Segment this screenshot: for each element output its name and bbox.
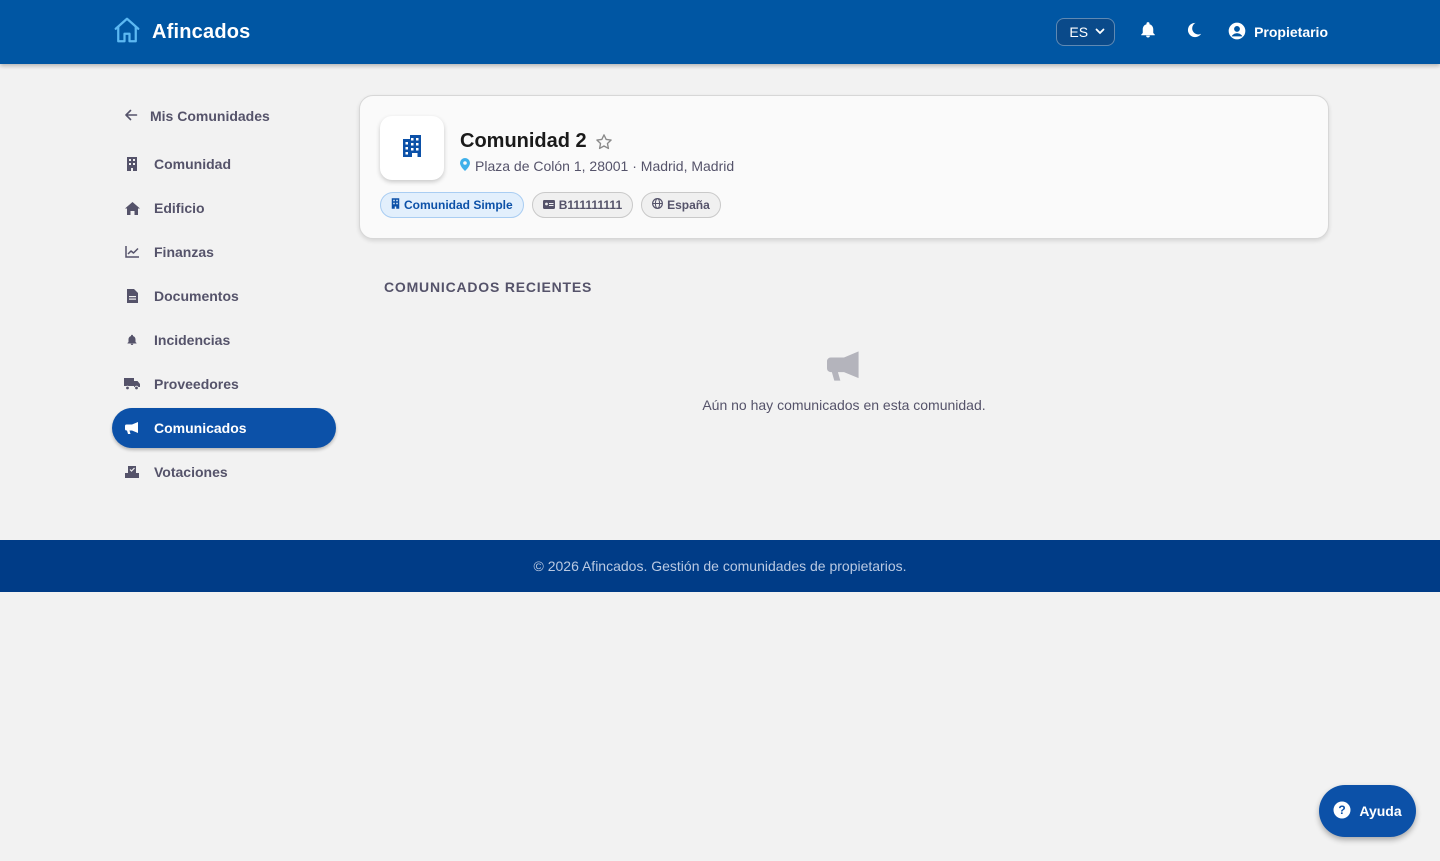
- community-chips: Comunidad Simple B111111111 España: [380, 192, 721, 218]
- help-button[interactable]: ? Ayuda: [1319, 785, 1416, 837]
- community-avatar: [380, 116, 444, 180]
- question-circle-icon: ?: [1333, 801, 1351, 822]
- footer-text: © 2026 Afincados. Gestión de comunidades…: [533, 558, 907, 574]
- svg-text:?: ?: [1339, 803, 1346, 817]
- chevron-down-icon: [1094, 24, 1106, 40]
- community-name: Comunidad 2: [460, 130, 587, 152]
- community-header-card: Comunidad 2 Plaza de Colón 1, 28001 · Ma…: [359, 95, 1329, 239]
- top-bar: Afincados ES Propietario: [0, 0, 1440, 64]
- empty-state: Aún no hay comunicados en esta comunidad…: [359, 350, 1329, 413]
- id-card-icon: [542, 198, 555, 212]
- back-to-communities-link[interactable]: Mis Comunidades: [112, 92, 336, 140]
- empty-message: Aún no hay comunicados en esta comunidad…: [702, 397, 986, 413]
- sidebar-item-label: Votaciones: [154, 464, 228, 480]
- truck-icon: [124, 376, 140, 392]
- sidebar-item-label: Finanzas: [154, 244, 214, 260]
- community-address: Plaza de Colón 1, 28001 · Madrid, Madrid: [460, 158, 734, 174]
- ballot-icon: [124, 464, 140, 480]
- chart-line-icon: [124, 244, 140, 260]
- section-title: COMUNICADOS RECIENTES: [384, 279, 593, 295]
- brand-name: Afincados: [152, 20, 251, 43]
- community-icon: [124, 156, 140, 172]
- megaphone-icon: [827, 350, 861, 387]
- sidebar-item-finanzas[interactable]: Finanzas: [112, 232, 336, 272]
- globe-icon: [652, 198, 664, 212]
- chip-label: Comunidad Simple: [404, 198, 513, 212]
- sidebar-item-comunidad[interactable]: Comunidad: [112, 144, 336, 184]
- sidebar-item-label: Incidencias: [154, 332, 231, 348]
- megaphone-icon: [124, 420, 140, 436]
- home-icon: [124, 200, 140, 216]
- sidebar-item-proveedores[interactable]: Proveedores: [112, 364, 336, 404]
- user-label: Propietario: [1254, 24, 1328, 40]
- brand-link[interactable]: Afincados: [112, 15, 250, 50]
- sidebar-item-edificio[interactable]: Edificio: [112, 188, 336, 228]
- moon-icon: [1185, 21, 1203, 44]
- user-circle-icon: [1227, 21, 1247, 44]
- building-icon: [399, 133, 425, 164]
- theme-toggle-button[interactable]: [1181, 19, 1207, 45]
- back-link-label: Mis Comunidades: [150, 108, 270, 124]
- community-type-chip: Comunidad Simple: [380, 192, 524, 218]
- language-select[interactable]: ES: [1056, 18, 1116, 46]
- sidebar-item-votaciones[interactable]: Votaciones: [112, 452, 336, 492]
- sidebar-item-label: Edificio: [154, 200, 205, 216]
- tax-id-chip: B111111111: [531, 192, 634, 218]
- chip-label: España: [667, 198, 710, 212]
- sidebar: Mis Comunidades Comunidad Edificio Finan…: [112, 92, 336, 492]
- sidebar-item-label: Proveedores: [154, 376, 239, 392]
- sidebar-item-label: Comunidad: [154, 156, 231, 172]
- country-chip: España: [641, 192, 721, 218]
- notifications-button[interactable]: [1135, 19, 1161, 45]
- address-text: Plaza de Colón 1, 28001 · Madrid, Madrid: [475, 158, 735, 174]
- sidebar-item-documentos[interactable]: Documentos: [112, 276, 336, 316]
- bell-icon: [124, 332, 140, 348]
- sidebar-item-label: Comunicados: [154, 420, 247, 436]
- favorite-star-icon[interactable]: [595, 133, 613, 151]
- sidebar-item-incidencias[interactable]: Incidencias: [112, 320, 336, 360]
- user-menu[interactable]: Propietario: [1227, 21, 1328, 44]
- help-label: Ayuda: [1359, 803, 1402, 819]
- document-icon: [124, 288, 140, 304]
- language-value: ES: [1069, 24, 1089, 40]
- arrow-left-icon: [124, 108, 138, 125]
- footer: © 2026 Afincados. Gestión de comunidades…: [0, 540, 1440, 592]
- building-icon: [391, 198, 400, 212]
- chip-label: B111111111: [558, 198, 623, 212]
- map-pin-icon: [460, 158, 470, 174]
- home-logo-icon: [112, 15, 142, 50]
- bell-icon: [1139, 21, 1157, 44]
- sidebar-item-label: Documentos: [154, 288, 239, 304]
- sidebar-item-comunicados[interactable]: Comunicados: [112, 408, 336, 448]
